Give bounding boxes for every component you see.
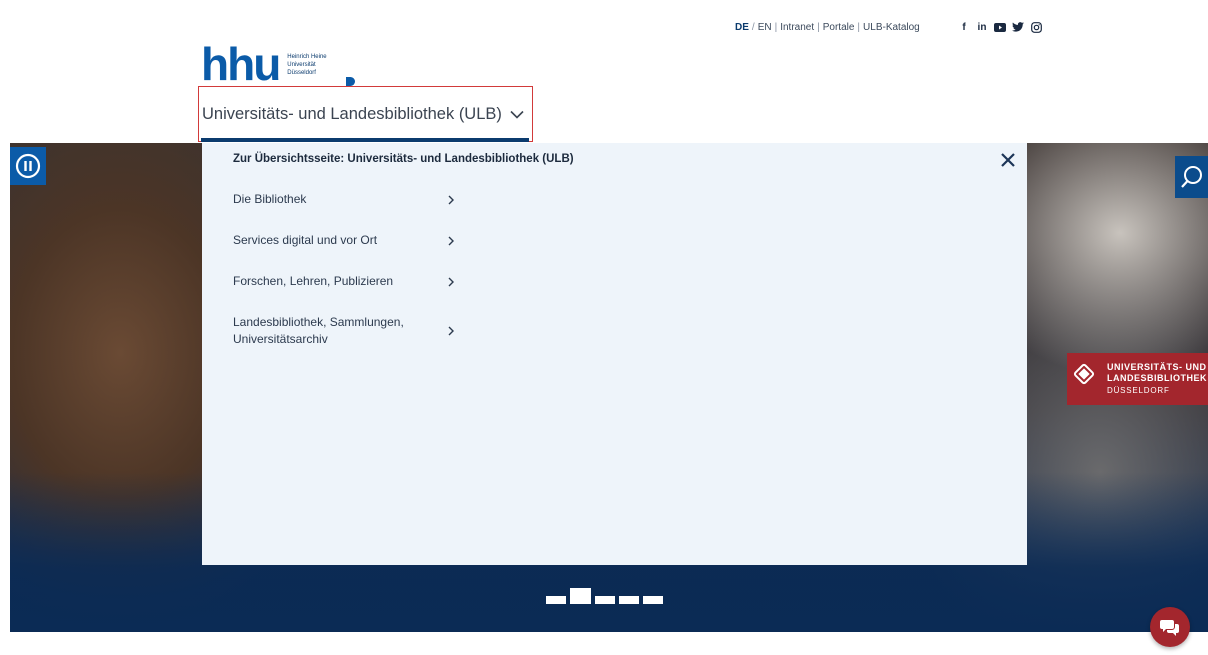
- social-links: f in: [958, 21, 1042, 33]
- menu-item-services[interactable]: Services digital und vor Ort: [233, 232, 458, 249]
- chevron-right-icon: [448, 195, 454, 205]
- logo-text: Heinrich Heine Universität Düsseldorf: [287, 53, 326, 77]
- menu-item-forschen[interactable]: Forschen, Lehren, Publizieren: [233, 273, 458, 290]
- linkedin-icon[interactable]: in: [976, 21, 988, 33]
- ulb-badge-line-3: DÜSSELDORF: [1107, 386, 1170, 395]
- search-button[interactable]: [1175, 156, 1208, 198]
- logo-line-2: Universität: [287, 62, 316, 68]
- ulb-badge-line-2: LANDESBIBLIOTHEK: [1107, 373, 1207, 383]
- chat-icon: [1160, 620, 1179, 636]
- twitter-icon[interactable]: [1012, 21, 1024, 33]
- logo-line-3: Düsseldorf: [287, 70, 316, 76]
- close-icon: [1001, 153, 1015, 167]
- lang-de-link[interactable]: DE: [735, 22, 749, 33]
- youtube-icon[interactable]: [994, 21, 1006, 33]
- chevron-right-icon: [448, 236, 454, 246]
- separator: |: [857, 22, 861, 33]
- chat-button[interactable]: [1150, 607, 1190, 647]
- pause-icon: [15, 153, 41, 179]
- close-button[interactable]: [999, 151, 1017, 169]
- logo-mark: hhu: [201, 38, 281, 90]
- chevron-right-icon: [448, 326, 454, 336]
- slider-dot-5[interactable]: [643, 596, 663, 604]
- intranet-link[interactable]: Intranet: [780, 22, 814, 33]
- slider-dots: [546, 588, 663, 604]
- dropdown-menu: Zur Übersichtsseite: Universitäts- und L…: [202, 143, 1027, 565]
- portale-link[interactable]: Portale: [823, 22, 855, 33]
- overview-link[interactable]: Zur Übersichtsseite: Universitäts- und L…: [233, 153, 574, 165]
- instagram-icon[interactable]: [1030, 21, 1042, 33]
- page: DE / EN | Intranet | Portale | ULB-Katalog f in …: [0, 0, 1208, 655]
- facebook-icon[interactable]: f: [958, 21, 970, 33]
- logo-line-1: Heinrich Heine: [287, 54, 327, 60]
- separator: |: [774, 22, 778, 33]
- menu-item-die-bibliothek[interactable]: Die Bibliothek: [233, 191, 458, 208]
- ulb-badge-line-1: UNIVERSITÄTS- UND: [1107, 362, 1207, 372]
- slider-dot-1[interactable]: [546, 596, 566, 604]
- menu-item-label: Services digital und vor Ort: [233, 233, 378, 247]
- logo-dot: [346, 77, 355, 86]
- ulb-badge: UNIVERSITÄTS- UND LANDESBIBLIOTHEK DÜSSE…: [1067, 353, 1208, 405]
- hhu-logo[interactable]: hhu Heinrich Heine Universität Düsseldor…: [201, 38, 355, 90]
- lang-en-link[interactable]: EN: [758, 22, 772, 33]
- menu-item-label: Forschen, Lehren, Publizieren: [233, 274, 394, 288]
- search-icon: [1180, 166, 1202, 188]
- slider-dot-4[interactable]: [619, 596, 639, 604]
- ulb-katalog-link[interactable]: ULB-Katalog: [863, 22, 920, 33]
- chevron-down-icon: [509, 105, 524, 124]
- library-selector-label: Universitäts- und Landesbibliothek (ULB): [202, 105, 502, 123]
- chevron-right-icon: [448, 277, 454, 287]
- meta-nav: DE / EN | Intranet | Portale | ULB-Katalog: [735, 22, 920, 33]
- menu-item-landesbibliothek[interactable]: Landesbibliothek, Sammlungen, Universitä…: [233, 314, 458, 348]
- lang-separator: /: [751, 22, 755, 33]
- ulb-logo-icon: [1072, 362, 1096, 386]
- active-selector-underline: [201, 138, 529, 142]
- separator: |: [817, 22, 820, 33]
- slider-pause-button[interactable]: [10, 147, 46, 185]
- slider-dot-2[interactable]: [570, 588, 591, 604]
- menu-item-label: Landesbibliothek, Sammlungen, Universitä…: [233, 315, 404, 346]
- slider-dot-3[interactable]: [595, 596, 615, 604]
- library-selector[interactable]: Universitäts- und Landesbibliothek (ULB): [198, 86, 533, 142]
- menu-item-label: Die Bibliothek: [233, 192, 307, 206]
